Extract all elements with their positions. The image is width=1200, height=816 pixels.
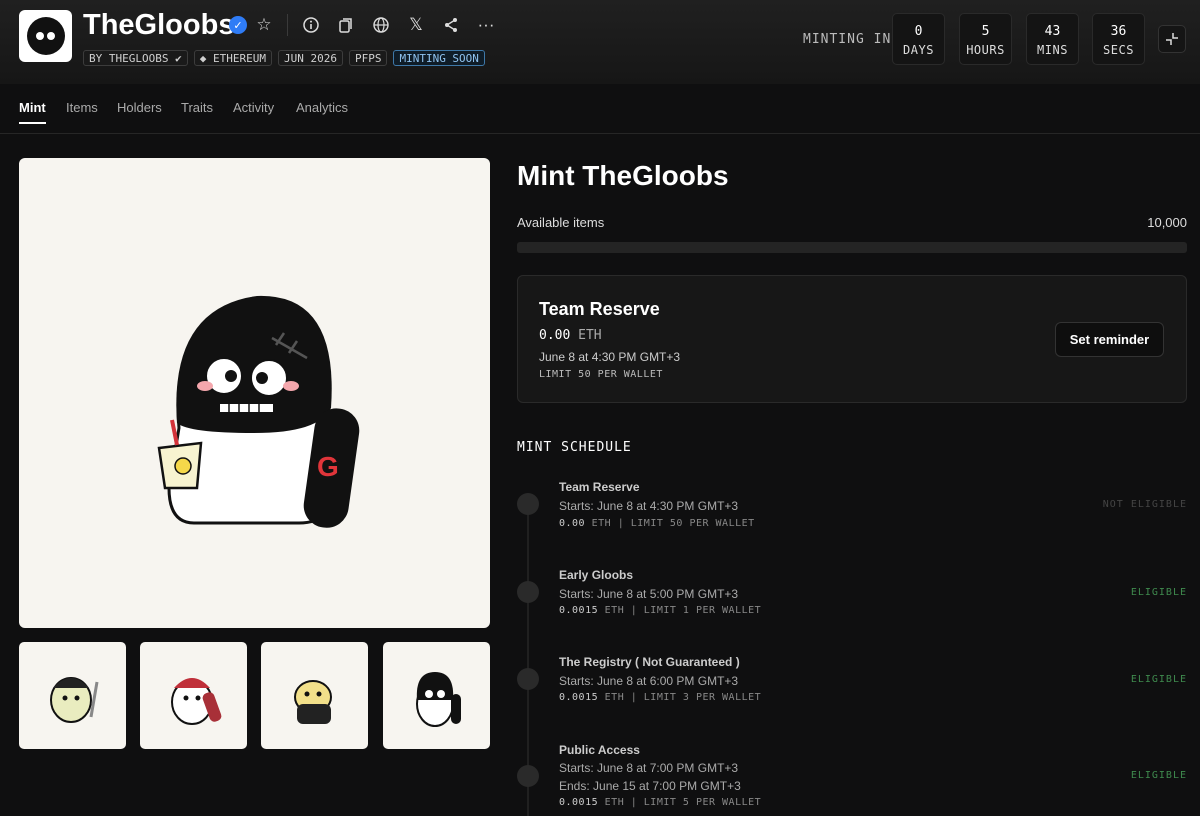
stage-meta: 0.00 ETH | LIMIT 50 PER WALLET [559,518,755,529]
collection-header: TheGloobs ✓ ☆ 𝕏 ··· BY THEGLOOBS ✔ ◆ ETH… [0,0,1200,84]
stage-start: Starts: June 8 at 4:30 PM GMT+3 [559,499,739,513]
info-icon[interactable] [300,14,322,36]
available-items-value: 10,000 [1147,215,1187,230]
stage-start: Starts: June 8 at 5:00 PM GMT+3 [559,587,739,601]
countdown-secs: 36 SECS [1092,13,1145,65]
countdown-hours: 5 HOURS [959,13,1012,65]
set-reminder-button[interactable]: Set reminder [1055,322,1164,357]
timeline-dot [517,581,539,603]
mint-title: Mint TheGloobs [517,160,729,191]
stage-start: Starts: June 8 at 6:00 PM GMT+3 [559,674,739,688]
stage-start: Starts: June 8 at 7:00 PM GMT+3 [559,761,739,775]
timeline-dot [517,668,539,690]
collection-title: TheGloobs [83,9,235,41]
tab-holders[interactable]: Holders [117,100,162,115]
more-icon[interactable]: ··· [475,14,497,36]
stage-name: The Registry ( Not Guaranteed ) [559,655,740,669]
collection-logo [19,10,72,62]
ethereum-icon: ◆ [199,51,207,65]
schedule-stage-4: Public Access Starts: June 8 at 7:00 PM … [517,743,1187,813]
available-items-label: Available items [517,215,605,230]
schedule-stage-2: Early Gloobs Starts: June 8 at 5:00 PM G… [517,568,1187,628]
stage-name: Early Gloobs [559,568,634,582]
stage-name: Public Access [559,743,640,757]
verified-badge-icon: ✓ [229,16,247,34]
tab-activity[interactable]: Activity [233,100,274,115]
mint-progress-bar [517,242,1187,253]
current-stage-name: Team Reserve [539,299,660,319]
copy-icon[interactable] [335,14,357,36]
verified-small-icon: ✔ [175,51,182,65]
stage-status: ELIGIBLE [1130,674,1187,685]
collection-tags: BY THEGLOOBS ✔ ◆ ETHEREUM JUN 2026 PFPS … [83,50,485,66]
schedule-stage-1: Team Reserve Starts: June 8 at 4:30 PM G… [517,480,1187,540]
stage-name: Team Reserve [559,480,640,494]
countdown-mins: 43 MINS [1026,13,1079,65]
divider [287,14,288,36]
stage-end: Ends: June 15 at 7:00 PM GMT+3 [559,779,741,793]
schedule-stage-3: The Registry ( Not Guaranteed ) Starts: … [517,655,1187,715]
tab-analytics[interactable]: Analytics [296,100,348,115]
stage-status: ELIGIBLE [1130,587,1187,598]
tab-mint[interactable]: Mint [19,100,46,124]
creator-tag[interactable]: BY THEGLOOBS ✔ [83,50,188,66]
minting-in-label: MINTING IN [803,32,892,47]
hero-nft-image[interactable]: G [19,158,490,628]
timeline-dot [517,493,539,515]
current-stage-date: June 8 at 4:30 PM GMT+3 [539,350,681,364]
star-icon[interactable]: ☆ [253,14,275,36]
collection-tabs: Mint Items Holders Traits Activity Analy… [0,84,1200,134]
stage-meta: 0.0015 ETH | LIMIT 5 PER WALLET [559,797,762,808]
globe-icon[interactable] [370,14,392,36]
minting-soon-badge: MINTING SOON [393,50,485,66]
countdown-days: 0 DAYS [892,13,945,65]
stage-meta: 0.0015 ETH | LIMIT 3 PER WALLET [559,692,762,703]
share-icon[interactable] [440,14,462,36]
gloob-logo-icon [26,17,65,55]
thumbnail-4[interactable] [383,642,490,749]
thumbnail-1[interactable] [19,642,126,749]
chain-tag: ◆ ETHEREUM [193,50,272,66]
stage-status: ELIGIBLE [1130,770,1187,781]
mint-schedule-heading: MINT SCHEDULE [517,440,632,455]
current-stage-limit: LIMIT 50 PER WALLET [539,369,663,380]
current-stage-price: 0.00 ETH [539,328,602,343]
timeline-dot [517,765,539,787]
thumbnail-2[interactable] [140,642,247,749]
tab-traits[interactable]: Traits [181,100,213,115]
tab-items[interactable]: Items [66,100,98,115]
stage-meta: 0.0015 ETH | LIMIT 1 PER WALLET [559,605,762,616]
collapse-icon[interactable] [1158,25,1186,53]
category-tag: PFPS [348,50,388,66]
x-icon[interactable]: 𝕏 [405,14,427,36]
current-stage-card: Team Reserve 0.00 ETH June 8 at 4:30 PM … [517,275,1187,403]
stage-status: NOT ELIGIBLE [1102,499,1187,510]
svg-text:G: G [317,451,339,482]
thumbnail-3[interactable] [261,642,368,749]
date-tag: JUN 2026 [277,50,343,66]
